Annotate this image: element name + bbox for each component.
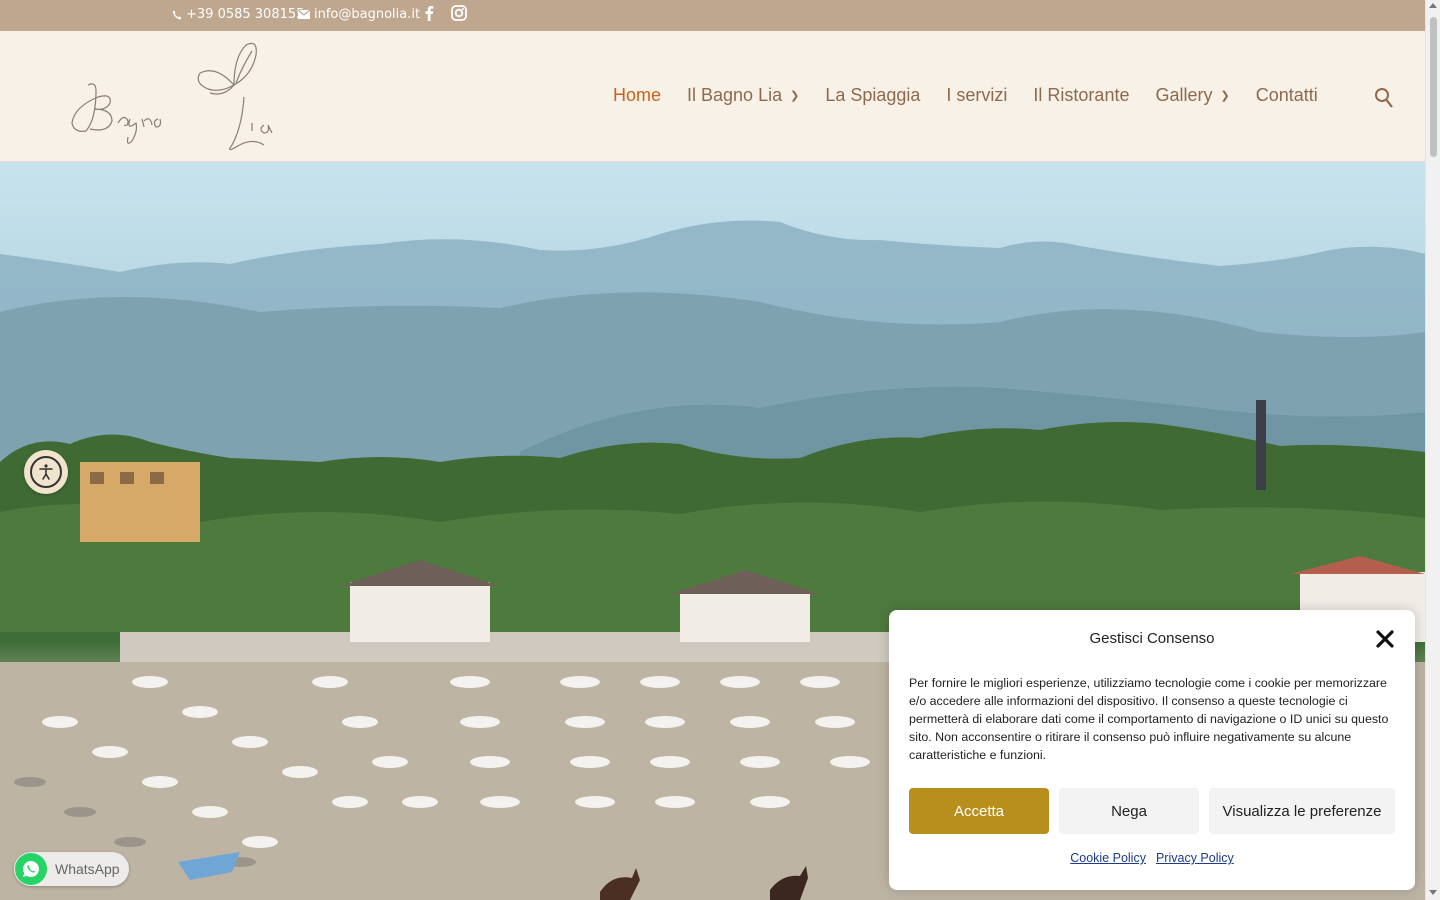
search-icon: [1375, 88, 1393, 108]
phone-link[interactable]: +39 0585 308155: [172, 7, 304, 22]
nav-item-il-ristorante[interactable]: Il Ristorante: [1033, 85, 1129, 106]
scroll-up-arrow-icon[interactable]: [1429, 3, 1437, 8]
logo[interactable]: [66, 37, 292, 155]
phone-number: +39 0585 308155: [186, 7, 305, 22]
whatsapp-button[interactable]: WhatsApp: [14, 852, 129, 886]
phone-icon: [172, 10, 182, 19]
nav-item-gallery[interactable]: Gallery ❯: [1155, 85, 1229, 106]
nav-item-home[interactable]: Home: [613, 85, 661, 106]
main-nav: Home Il Bagno Lia ❯ La Spiaggia I servizi…: [613, 85, 1344, 106]
logo-image: [71, 42, 273, 151]
accept-button[interactable]: Accetta: [909, 788, 1049, 834]
consent-body-text: Per fornire le migliori esperienze, util…: [909, 676, 1389, 762]
email-address: info@bagnolia.it: [314, 7, 421, 22]
view-preferences-button[interactable]: Visualizza le preferenze: [1209, 788, 1395, 834]
nav-item-contatti[interactable]: Contatti: [1256, 85, 1318, 106]
site-header: Home Il Bagno Lia ❯ La Spiaggia I servizi…: [0, 31, 1425, 162]
consent-title: Gestisci Consenso: [1089, 630, 1215, 647]
nav-item-label: Il Ristorante: [1033, 85, 1130, 105]
instagram-link[interactable]: [451, 5, 467, 21]
nav-item-label: Home: [613, 85, 662, 105]
scroll-down-arrow-icon[interactable]: [1429, 890, 1437, 895]
nav-item-label: Gallery: [1155, 85, 1213, 105]
accessibility-button[interactable]: [24, 450, 68, 494]
accessibility-icon: [30, 456, 62, 488]
envelope-icon: [298, 10, 310, 19]
privacy-policy-link[interactable]: Privacy Policy: [1156, 851, 1234, 865]
nav-item-i-servizi[interactable]: I servizi: [946, 85, 1007, 106]
nav-item-label: La Spiaggia: [825, 85, 921, 105]
nav-item-label: Contatti: [1255, 85, 1318, 105]
chevron-down-icon: ❯: [1220, 90, 1230, 102]
cookie-consent-dialog: Gestisci Consenso Per fornire le miglior…: [889, 610, 1415, 890]
top-bar: +39 0585 308155 info@bagnolia.it: [0, 0, 1425, 31]
close-button[interactable]: [1375, 629, 1395, 649]
policy-links: Cookie Policy Privacy Policy: [889, 851, 1415, 865]
search-button[interactable]: [1374, 87, 1394, 109]
whatsapp-icon: [15, 853, 47, 885]
chevron-down-icon: ❯: [790, 90, 800, 102]
nav-item-label: I servizi: [946, 85, 1008, 105]
close-icon: [1376, 630, 1394, 648]
page-scrollbar[interactable]: [1425, 0, 1440, 900]
facebook-link[interactable]: [424, 5, 434, 21]
cookie-policy-link[interactable]: Cookie Policy: [1070, 851, 1146, 865]
instagram-icon: [451, 5, 467, 21]
scrollbar-thumb[interactable]: [1430, 17, 1437, 157]
nav-item-la-spiaggia[interactable]: La Spiaggia: [825, 85, 920, 106]
whatsapp-label: WhatsApp: [55, 861, 120, 877]
email-link[interactable]: info@bagnolia.it: [298, 7, 420, 22]
deny-button[interactable]: Nega: [1059, 788, 1199, 834]
nav-item-label: Il Bagno Lia: [687, 85, 783, 105]
nav-item-il-bagno-lia[interactable]: Il Bagno Lia ❯: [687, 85, 799, 106]
facebook-icon: [425, 6, 434, 21]
